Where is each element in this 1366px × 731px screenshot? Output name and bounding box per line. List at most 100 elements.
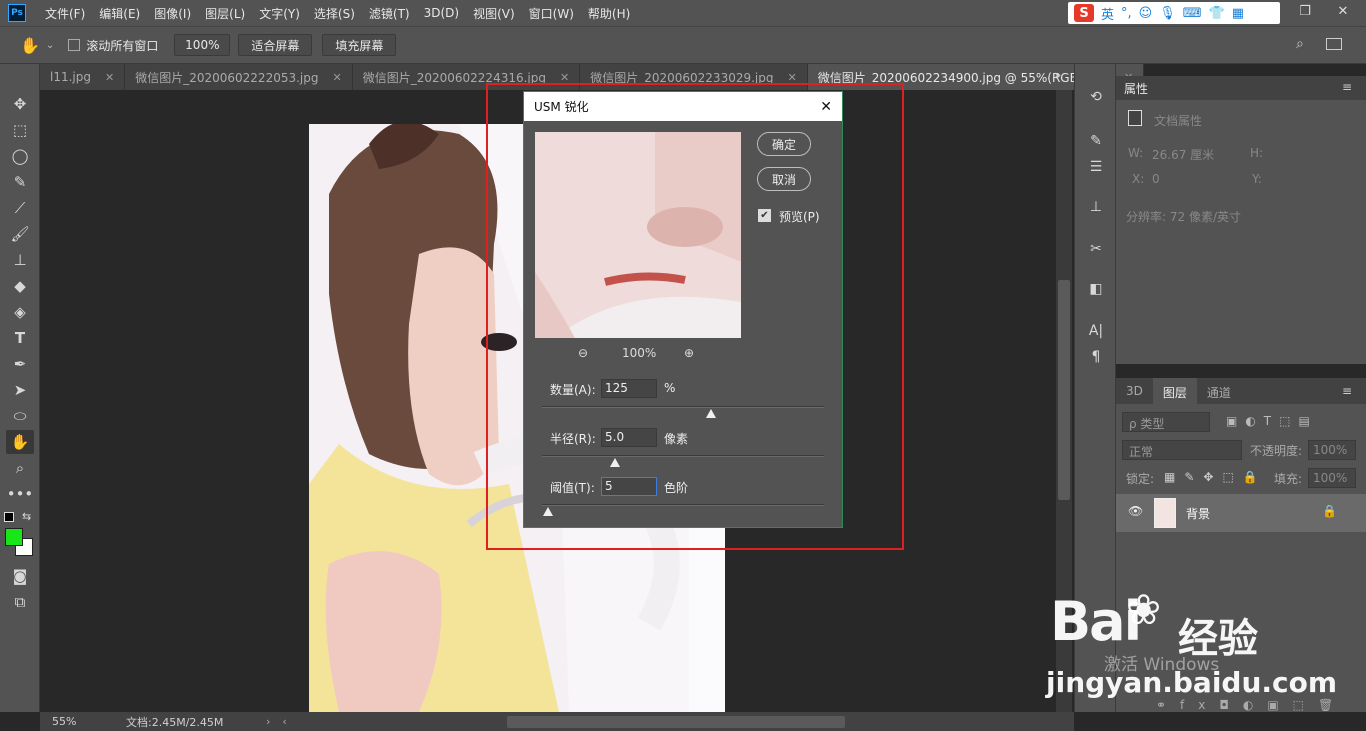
microphone-icon[interactable]: 🎙	[1159, 6, 1176, 21]
stamp-tool-icon[interactable]: ⊥	[6, 248, 34, 272]
panel-menu-icon[interactable]: ≡	[1342, 80, 1352, 94]
menu-help[interactable]: 帮助(H)	[581, 5, 637, 22]
menu-type[interactable]: 文字(Y)	[252, 5, 307, 22]
tab-layers[interactable]: 图层	[1152, 378, 1197, 404]
chevron-down-icon[interactable]: ⌄	[46, 40, 54, 51]
scroll-all-checkbox[interactable]	[68, 39, 81, 51]
adjustments-icon[interactable]: ☰	[1083, 156, 1109, 178]
hand-tool-icon[interactable]: ✋	[20, 36, 40, 55]
paint-bucket-tool-icon[interactable]: ◈	[6, 300, 34, 324]
screen-mode-icon[interactable]: ⧉	[6, 590, 34, 614]
tab-3d[interactable]: 3D	[1116, 378, 1153, 404]
close-window-icon[interactable]: ✕	[1326, 0, 1360, 22]
visibility-eye-icon[interactable]: 👁	[1128, 504, 1143, 518]
navigator-icon[interactable]: ◧	[1083, 278, 1109, 300]
close-icon[interactable]: ✕	[105, 71, 114, 84]
tabs-overflow-icon[interactable]: »	[1054, 68, 1061, 82]
lasso-tool-icon[interactable]: ◯	[6, 144, 34, 168]
swap-colors-icon[interactable]: ⇆	[22, 510, 31, 523]
menu-file[interactable]: 文件(F)	[38, 5, 92, 22]
layer-row-background[interactable]: 👁 背景 🔒	[1116, 494, 1366, 532]
hand-tool-icon[interactable]: ✋	[6, 430, 34, 454]
eraser-tool-icon[interactable]: ◆	[6, 274, 34, 298]
amount-slider[interactable]	[542, 406, 824, 408]
status-menu-arrow-icon[interactable]: ›	[266, 715, 270, 728]
menu-view[interactable]: 视图(V)	[466, 5, 522, 22]
zoom-tool-icon[interactable]: ⌕	[6, 456, 34, 480]
threshold-slider-thumb[interactable]	[542, 507, 553, 516]
punctuation-icon[interactable]: °,	[1121, 6, 1132, 21]
preview-checkbox[interactable]: ✔	[758, 209, 771, 222]
character-icon[interactable]: A|	[1083, 320, 1109, 342]
panel-menu-icon[interactable]: ≡	[1342, 384, 1352, 398]
layer-name[interactable]: 背景	[1186, 505, 1210, 522]
tool-presets-icon[interactable]: ✂	[1083, 238, 1109, 260]
horizontal-scroll-thumb[interactable]	[506, 715, 845, 728]
marquee-tool-icon[interactable]: ⬚	[6, 118, 34, 142]
radius-input[interactable]: 5.0	[601, 428, 657, 447]
search-icon[interactable]: ⌕	[1296, 36, 1304, 52]
close-icon[interactable]: ✕	[820, 99, 832, 115]
zoom-out-icon[interactable]: ⊖	[578, 346, 588, 360]
tab-doc-2[interactable]: 微信图片_20200602222053.jpg ✕	[125, 64, 353, 90]
default-colors-icon[interactable]	[4, 512, 14, 522]
zoom-100-button[interactable]: 100%	[174, 34, 231, 56]
preview-pane[interactable]	[535, 132, 741, 338]
layer-actions-icons[interactable]: ⚭fx◘◐▣⬚🗑	[1156, 698, 1347, 712]
fit-screen-button[interactable]: 适合屏幕	[238, 34, 313, 56]
move-tool-icon[interactable]: ✥	[6, 92, 34, 116]
filter-icons[interactable]: ▣◐T⬚▤	[1226, 414, 1318, 428]
history-icon[interactable]: ⟲	[1083, 86, 1109, 108]
skin-icon[interactable]: 👕	[1209, 6, 1225, 21]
fill-screen-button[interactable]: 填充屏幕	[322, 34, 397, 56]
layer-kind-filter[interactable]: ρ 类型	[1122, 412, 1210, 432]
eyedropper-tool-icon[interactable]: ⟋	[6, 196, 34, 220]
grid-icon[interactable]: ▦	[1232, 6, 1244, 21]
lock-icons[interactable]: ▦✎✥⬚🔒	[1164, 470, 1267, 484]
status-zoom[interactable]: 55%	[40, 715, 90, 728]
menu-3d[interactable]: 3D(D)	[417, 6, 466, 20]
emoji-icon[interactable]: ☺	[1139, 6, 1153, 21]
tab-doc-4[interactable]: 微信图片_20200602233029.jpg ✕	[580, 64, 808, 90]
close-icon[interactable]: ✕	[788, 71, 797, 84]
pen-tool-icon[interactable]: ✒	[6, 352, 34, 376]
brush-settings-icon[interactable]: ✎	[1083, 130, 1109, 152]
amount-slider-thumb[interactable]	[706, 409, 717, 418]
more-tools-icon[interactable]: •••	[6, 482, 34, 506]
properties-title[interactable]: 属性	[1116, 76, 1366, 100]
scroll-left-icon[interactable]: ‹	[282, 715, 286, 728]
tab-doc-3[interactable]: 微信图片_20200602224316.jpg ✕	[353, 64, 581, 90]
brush-tool-icon[interactable]: 🖌	[6, 222, 34, 246]
menu-layer[interactable]: 图层(L)	[198, 5, 252, 22]
radius-slider-thumb[interactable]	[610, 458, 621, 467]
ime-toolbar[interactable]: S 英 °, ☺ 🎙 ⌨ 👕 ▦	[1068, 2, 1280, 24]
quick-mask-icon[interactable]: ◙	[6, 564, 34, 588]
threshold-slider[interactable]	[542, 504, 824, 506]
ime-language[interactable]: 英	[1101, 4, 1114, 23]
type-tool-icon[interactable]: T	[6, 326, 34, 350]
zoom-in-icon[interactable]: ⊕	[684, 346, 694, 360]
tab-channels[interactable]: 通道	[1197, 378, 1241, 404]
opacity-field[interactable]: 100%	[1308, 440, 1356, 460]
paragraph-icon[interactable]: ¶	[1083, 346, 1109, 368]
amount-input[interactable]: 125	[601, 379, 657, 398]
threshold-input[interactable]: 5	[601, 477, 657, 496]
menu-window[interactable]: 窗口(W)	[522, 5, 581, 22]
path-select-tool-icon[interactable]: ➤	[6, 378, 34, 402]
vertical-scroll-thumb[interactable]	[1058, 280, 1070, 500]
ellipse-tool-icon[interactable]: ⬭	[6, 404, 34, 428]
keyboard-icon[interactable]: ⌨	[1183, 6, 1202, 21]
restore-window-icon[interactable]: ❐	[1288, 0, 1322, 22]
menu-select[interactable]: 选择(S)	[307, 5, 362, 22]
menu-filter[interactable]: 滤镜(T)	[362, 5, 417, 22]
menu-image[interactable]: 图像(I)	[147, 5, 198, 22]
ok-button[interactable]: 确定	[757, 132, 811, 156]
workspace-icon[interactable]	[1326, 38, 1342, 50]
blend-mode-select[interactable]: 正常	[1122, 440, 1242, 460]
cancel-button[interactable]: 取消	[757, 167, 811, 191]
close-icon[interactable]: ✕	[560, 71, 569, 84]
foreground-color-swatch[interactable]	[5, 528, 23, 546]
fill-field[interactable]: 100%	[1308, 468, 1356, 488]
clone-source-icon[interactable]: ⊥	[1083, 196, 1109, 218]
radius-slider[interactable]	[542, 455, 824, 457]
